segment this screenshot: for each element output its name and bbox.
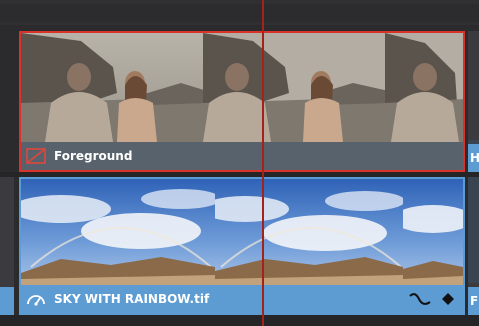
timeline-ruler[interactable] [0,0,479,25]
clip-name-fragment: F [470,294,479,308]
clip-previous-v1[interactable] [0,177,14,315]
clip-label-bar: Foreground [21,142,463,170]
clip-name: Foreground [54,149,133,163]
thumbnail-frame [403,179,463,285]
thumbnail-frame [21,179,215,285]
diamond-marker-icon[interactable] [441,292,455,306]
clip-name: SKY WITH RAINBOW.tif [54,292,210,306]
thumbnail-frame [384,33,463,142]
playhead[interactable] [262,0,264,326]
speedometer-icon [26,291,46,307]
clip-thumbnails [21,33,463,142]
thumbnail-frame [21,33,203,142]
clip-next-v2[interactable]: H [468,31,479,172]
clip-sky-with-rainbow[interactable]: SKY WITH RAINBOW.tif [19,177,465,315]
clip-badges [409,285,455,313]
clip-foreground[interactable]: Foreground [19,31,465,172]
clip-thumbnails [21,179,463,285]
clip-name-fragment: H [470,151,479,165]
timeline-panel: Foreground H SKY WITH RAINBOW.tif F [0,0,479,326]
keyframe-curve-icon[interactable] [409,292,431,306]
thumbnail-frame [202,33,385,142]
clip-disabled-icon[interactable] [26,148,46,164]
clip-next-v1[interactable]: F [468,177,479,315]
thumbnail-frame [215,179,403,285]
track-divider [0,315,479,326]
clip-label-bar: SKY WITH RAINBOW.tif [21,285,463,313]
